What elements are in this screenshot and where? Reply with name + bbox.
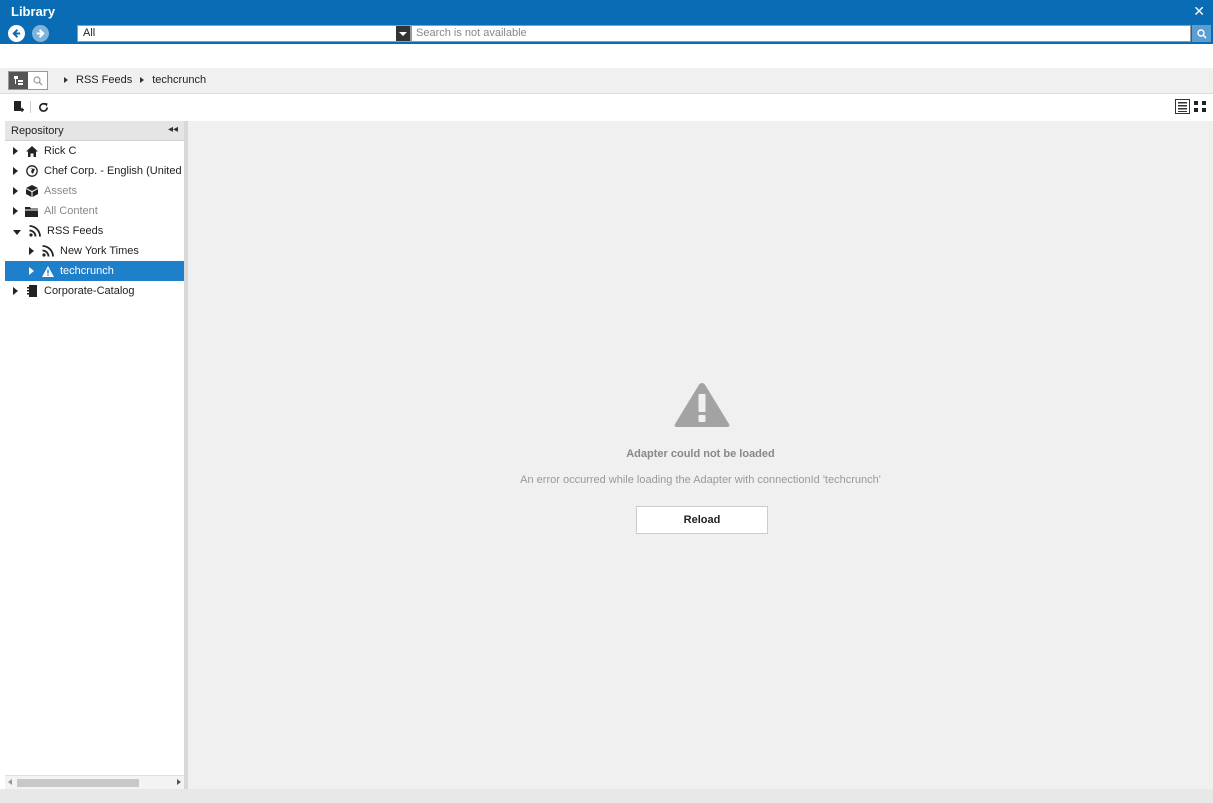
tree-item-label: techcrunch (60, 265, 114, 277)
breadcrumb-separator-icon (140, 77, 145, 83)
repository-tree: Rick C Chef Corp. - English (United Asse… (5, 141, 184, 301)
breadcrumb-separator-icon (64, 77, 68, 83)
breadcrumb-item-techcrunch[interactable]: techcrunch (152, 74, 206, 86)
tree-item-corporate-catalog[interactable]: Corporate-Catalog (5, 281, 184, 301)
library-window: Library ✕ All Search is not available RS… (0, 0, 1213, 803)
folder-icon (25, 205, 38, 218)
search-view-icon[interactable] (28, 72, 47, 89)
collapse-arrow-icon[interactable] (13, 229, 21, 235)
tree-item-label: Chef Corp. - English (United (44, 165, 182, 177)
tree-item-label: Rick C (44, 145, 77, 157)
expand-arrow-icon[interactable] (13, 287, 18, 295)
status-bar (0, 789, 1213, 803)
horizontal-scrollbar[interactable] (5, 775, 184, 789)
breadcrumb: RSS Feeds techcrunch (58, 74, 206, 86)
expand-arrow-icon[interactable] (13, 147, 18, 155)
warning-icon (674, 383, 730, 427)
arrow-left-icon (12, 29, 21, 38)
arrow-right-icon (36, 29, 45, 38)
tree-item-label: RSS Feeds (47, 225, 104, 237)
refresh-icon[interactable] (36, 100, 50, 114)
tree-item-label: All Content (44, 205, 98, 217)
tree-view-icon[interactable] (9, 72, 28, 89)
tree-item-rss-feeds[interactable]: RSS Feeds (5, 221, 184, 241)
tree-item-rick-c[interactable]: Rick C (5, 141, 184, 161)
search-scope-select[interactable]: All (77, 25, 411, 42)
warning-icon (41, 265, 54, 278)
toolbar (0, 95, 1213, 120)
globe-icon (25, 165, 38, 178)
rss-icon (41, 245, 54, 258)
scroll-right-icon[interactable] (177, 779, 181, 785)
search-icon (1196, 28, 1207, 39)
expand-arrow-icon[interactable] (13, 187, 18, 195)
back-button[interactable] (8, 25, 25, 42)
breadcrumb-item-rss-feeds[interactable]: RSS Feeds (76, 74, 132, 86)
search-button[interactable] (1192, 25, 1211, 42)
sidebar-header: Repository ◂◂ (5, 121, 184, 141)
tree-item-label: Assets (44, 185, 78, 197)
breadcrumb-bar: RSS Feeds techcrunch (0, 68, 1213, 94)
search-input[interactable]: Search is not available (411, 25, 1191, 42)
expand-arrow-icon[interactable] (13, 207, 18, 215)
tree-item-chef-corp[interactable]: Chef Corp. - English (United (5, 161, 184, 181)
toolbar-divider (30, 101, 31, 113)
chevron-down-icon[interactable] (396, 26, 410, 41)
add-document-icon[interactable] (12, 100, 26, 114)
error-title: Adapter could not be loaded (626, 448, 775, 460)
box-icon (25, 185, 38, 198)
home-icon (25, 145, 38, 158)
expand-arrow-icon[interactable] (29, 267, 34, 275)
collapse-sidebar-icon[interactable]: ◂◂ (168, 124, 178, 135)
view-toggle (8, 71, 48, 90)
grid-view-icon[interactable] (1193, 99, 1208, 114)
window-title: Library (11, 4, 56, 19)
sidebar-title: Repository (11, 124, 64, 137)
error-message: An error occurred while loading the Adap… (520, 474, 881, 486)
reload-button[interactable]: Reload (636, 506, 768, 534)
tree-item-new-york-times[interactable]: New York Times (5, 241, 184, 261)
rss-icon (28, 225, 41, 238)
close-icon[interactable]: ✕ (1193, 3, 1205, 20)
tree-item-label: Corporate-Catalog (44, 285, 135, 297)
tree-item-assets[interactable]: Assets (5, 181, 184, 201)
scrollbar-thumb[interactable] (17, 779, 139, 787)
repository-sidebar: Repository ◂◂ Rick C Chef Corp. - Englis… (5, 121, 184, 789)
view-mode-switch (1175, 99, 1208, 114)
main-content: Adapter could not be loaded An error occ… (188, 121, 1213, 789)
tree-item-techcrunch[interactable]: techcrunch (5, 261, 184, 281)
tree-item-all-content[interactable]: All Content (5, 201, 184, 221)
catalog-icon (25, 285, 38, 298)
title-bar: Library ✕ (0, 0, 1213, 23)
scroll-left-icon[interactable] (8, 779, 12, 785)
expand-arrow-icon[interactable] (29, 247, 34, 255)
forward-button[interactable] (32, 25, 49, 42)
expand-arrow-icon[interactable] (13, 167, 18, 175)
tree-item-label: New York Times (60, 245, 139, 257)
search-bar: All Search is not available (0, 23, 1213, 44)
list-view-icon[interactable] (1175, 99, 1190, 114)
